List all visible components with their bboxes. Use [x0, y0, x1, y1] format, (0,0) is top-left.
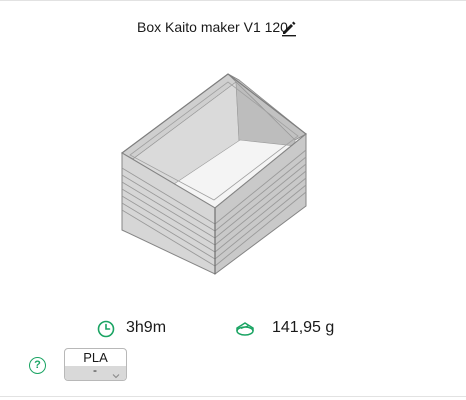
filament-selector[interactable]: PLA -: [64, 348, 127, 381]
filament-selection-value: -: [93, 363, 97, 377]
edit-pencil-icon[interactable]: [280, 19, 298, 37]
filament-weight-icon: [234, 319, 256, 339]
clock-icon: [96, 319, 116, 339]
top-divider: [0, 0, 466, 1]
bottom-divider: [0, 396, 466, 397]
help-icon[interactable]: ?: [29, 357, 46, 374]
chevron-down-icon: [111, 368, 121, 379]
weight-stat: 141,95 g: [234, 316, 354, 340]
weight-value: 141,95 g: [272, 319, 335, 336]
title-row: Box Kaito maker V1 120: [0, 18, 466, 38]
print-time-stat: 3h9m: [96, 316, 186, 340]
model-preview: [120, 73, 307, 275]
print-time-value: 3h9m: [126, 319, 167, 336]
filament-dropdown[interactable]: -: [65, 363, 126, 380]
project-title: Box Kaito maker V1 120: [137, 19, 288, 35]
